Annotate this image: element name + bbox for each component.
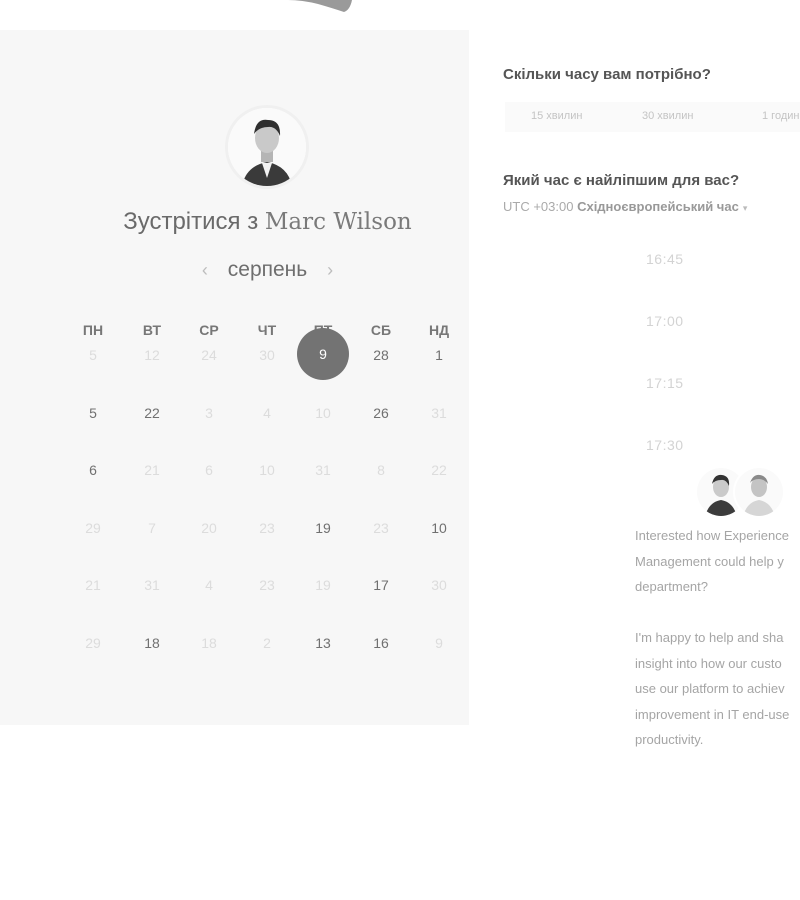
calendar-day-unavailable: 21 — [85, 577, 101, 593]
timezone-name: Східноєвропейський час — [577, 199, 739, 214]
timezone-select[interactable]: UTC +03:00 Східноєвропейський час ▾ — [503, 199, 747, 214]
message-line: I'm happy to help and sha — [635, 630, 784, 645]
calendar-day-selected[interactable]: 9 — [297, 328, 349, 380]
message-line: department? — [635, 579, 708, 594]
calendar-day-unavailable: 12 — [144, 347, 160, 363]
calendar-day-unavailable: 21 — [144, 462, 160, 478]
calendar-day-available[interactable]: 10 — [419, 520, 459, 536]
calendar-day-unavailable: 19 — [315, 577, 331, 593]
calendar-day-available[interactable]: 16 — [361, 635, 401, 651]
duration-option-30[interactable]: 30 хвилин — [642, 110, 693, 122]
duration-option-15[interactable]: 15 хвилин — [531, 110, 582, 122]
calendar-day-available[interactable]: 26 — [361, 405, 401, 421]
calendar-day-available[interactable]: 18 — [132, 635, 172, 651]
calendar-day-unavailable: 7 — [148, 520, 156, 536]
calendar-day-available[interactable]: 17 — [361, 577, 401, 593]
host-title: Зустрітися з Marc Wilson — [0, 208, 535, 236]
calendar-day-unavailable: 20 — [201, 520, 217, 536]
timezone-offset: UTC +03:00 — [503, 199, 574, 214]
calendar-day-unavailable: 23 — [373, 520, 389, 536]
time-slot[interactable]: 17:00 — [646, 313, 684, 329]
weekday-label: СБ — [370, 322, 392, 338]
time-slot[interactable]: 16:45 — [646, 251, 684, 267]
weekday-label: ПН — [82, 322, 104, 338]
calendar-day-unavailable: 23 — [259, 520, 275, 536]
team-avatar — [735, 468, 783, 516]
calendar-day-unavailable: 10 — [315, 405, 331, 421]
calendar-day-unavailable: 10 — [259, 462, 275, 478]
calendar-day-unavailable: 29 — [85, 635, 101, 651]
calendar-day-available[interactable]: 5 — [73, 405, 113, 421]
calendar-day-available[interactable]: 19 — [303, 520, 343, 536]
calendar-day-unavailable: 23 — [259, 577, 275, 593]
calendar-day-available[interactable]: 1 — [419, 347, 459, 363]
host-avatar — [228, 108, 306, 186]
calendar-day-unavailable: 2 — [263, 635, 271, 651]
weekday-label: СР — [199, 322, 219, 338]
calendar-day-available[interactable]: 6 — [73, 462, 113, 478]
message-line: use our platform to achiev — [635, 681, 785, 696]
calendar-day-unavailable: 18 — [201, 635, 217, 651]
calendar-day-unavailable: 4 — [263, 405, 271, 421]
calendar-day-unavailable: 22 — [431, 462, 447, 478]
calendar-day-unavailable: 31 — [315, 462, 331, 478]
message-line: Management could help y — [635, 553, 784, 569]
message-line — [635, 600, 800, 626]
duration-title: Скільки часу вам потрібно? — [503, 66, 711, 83]
team-avatars — [697, 468, 787, 520]
message-line: improvement in IT end-use — [635, 706, 790, 722]
calendar-day-unavailable: 4 — [205, 577, 213, 593]
time-slot[interactable]: 17:15 — [646, 375, 684, 391]
month-navigation: ‹ серпень › — [0, 258, 535, 282]
calendar-day-unavailable: 8 — [377, 462, 385, 478]
calendar-day-unavailable: 31 — [144, 577, 160, 593]
calendar-day-unavailable: 6 — [205, 462, 213, 478]
calendar-day-unavailable: 30 — [431, 577, 447, 593]
time-title: Який час є найліпшим для вас? — [503, 172, 740, 189]
weekday-label: НД — [428, 322, 450, 338]
calendar-day-unavailable: 5 — [89, 347, 97, 363]
chevron-left-icon[interactable]: ‹ — [188, 260, 222, 280]
weekday-label: ВТ — [142, 322, 162, 338]
weekday-label: ЧТ — [257, 322, 277, 338]
month-label: серпень — [227, 258, 308, 281]
calendar-day-available[interactable]: 22 — [132, 405, 172, 421]
speech-bubble-icon — [288, 0, 352, 12]
calendar-day-unavailable: 31 — [431, 405, 447, 421]
duration-option-60[interactable]: 1 годин — [762, 110, 799, 122]
host-name: Marc Wilson — [264, 209, 412, 235]
message-line: Interested how Experience — [635, 528, 789, 543]
time-slot[interactable]: 17:30 — [646, 437, 684, 453]
calendar-day-unavailable: 3 — [205, 405, 213, 421]
calendar-day-unavailable: 9 — [435, 635, 443, 651]
calendar-day-available[interactable]: 28 — [361, 347, 401, 363]
message-line: insight into how our custo — [635, 655, 782, 671]
host-title-prefix: Зустрітися з — [123, 208, 265, 235]
calendar-day-unavailable: 24 — [201, 347, 217, 363]
message-line: productivity. — [635, 732, 704, 747]
chevron-right-icon[interactable]: › — [313, 260, 347, 280]
intro-message: Interested how Experience Management cou… — [635, 523, 800, 753]
calendar-day-unavailable: 29 — [85, 520, 101, 536]
calendar-day-available[interactable]: 13 — [303, 635, 343, 651]
chevron-down-icon: ▾ — [742, 203, 748, 213]
calendar-day-unavailable: 30 — [259, 347, 275, 363]
